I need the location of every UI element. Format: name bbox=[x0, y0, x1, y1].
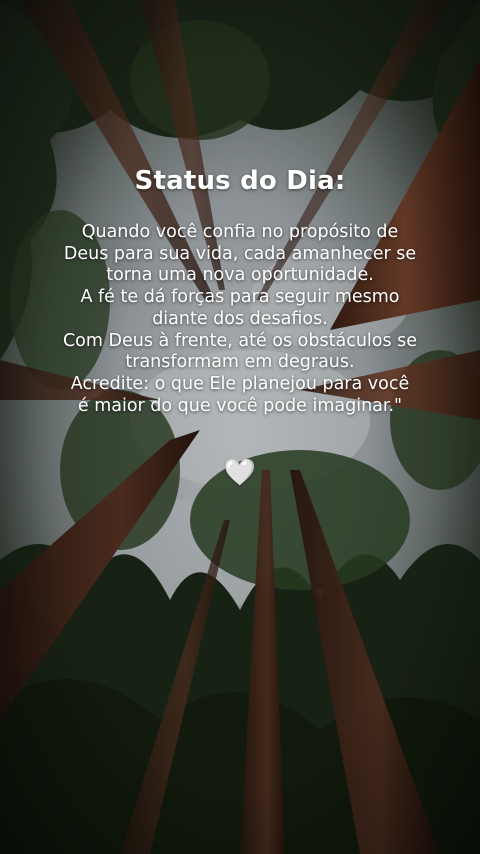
message-line: é maior do que você pode imaginar." bbox=[77, 395, 403, 416]
white-heart-icon: 🤍 bbox=[223, 458, 257, 488]
message-line: diante dos desafios. bbox=[152, 308, 328, 329]
message-line: Acredite: o que Ele planejou para você bbox=[70, 373, 410, 394]
status-card: Status do Dia: Quando você confia no pro… bbox=[0, 0, 480, 854]
message-text: Quando você confia no propósito de Deus … bbox=[40, 222, 440, 417]
background-dim-overlay bbox=[0, 0, 480, 854]
message-line: Quando você confia no propósito de bbox=[81, 222, 399, 242]
message-line: transformam em degraus. bbox=[125, 352, 355, 373]
message-line: torna uma nova oportunidade. bbox=[106, 265, 374, 286]
message-line: A fé te dá forças para seguir mesmo bbox=[80, 287, 400, 308]
status-title: Status do Dia: bbox=[134, 166, 346, 196]
message-line: Com Deus à frente, até os obstáculos se bbox=[62, 330, 418, 351]
message-line: Deus para sua vida, cada amanhecer se bbox=[63, 243, 417, 264]
